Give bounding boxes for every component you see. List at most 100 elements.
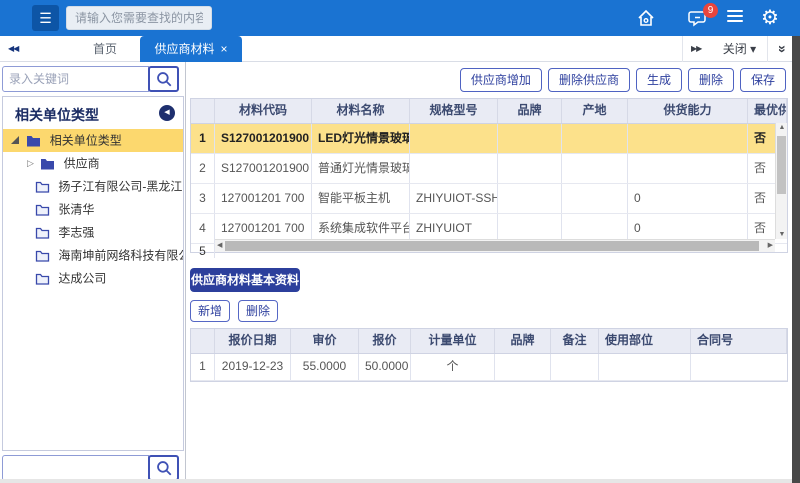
tab-supplier-materials[interactable]: 供应商材料× (140, 36, 242, 62)
close-tabs-menu[interactable]: 关闭 ▾ (712, 36, 768, 62)
panel-collapse-icon[interactable]: ◀ (159, 105, 175, 121)
tree-item-label: 扬子江有限公司-黑龙江分部 (58, 179, 183, 193)
col-note[interactable]: 备注 (551, 329, 599, 353)
save-button[interactable]: 保存 (740, 68, 786, 92)
cell-name: 普通灯光情景玻璃 (312, 154, 410, 183)
col-supply-capacity[interactable]: 供货能力 (628, 99, 748, 123)
cell-date: 2019-12-23 (215, 354, 291, 380)
col-contract-no[interactable]: 合同号 (691, 329, 787, 353)
tree-item-person[interactable]: 李志强 (3, 221, 183, 244)
col-brand[interactable]: 品牌 (498, 99, 562, 123)
tree-item-label: 供应商 (64, 156, 100, 170)
search-icon (155, 70, 173, 88)
cell-origin (562, 124, 628, 153)
col-quote[interactable]: 报价 (359, 329, 411, 353)
tab-bar: ◀◀ 首页 供应商材料× ▶▶ 关闭 ▾ » (0, 36, 792, 62)
tree-item-label: 张清华 (58, 202, 94, 216)
col-usage-location[interactable]: 使用部位 (599, 329, 691, 353)
cell-brand (498, 124, 562, 153)
search-button[interactable] (148, 455, 179, 481)
tree-item-person[interactable]: 张清华 (3, 198, 183, 221)
scroll-down-icon[interactable]: ▼ (776, 231, 788, 238)
settings-gear-icon[interactable]: ⚙ (761, 5, 779, 31)
add-supplier-button[interactable]: 供应商增加 (460, 68, 542, 92)
cell-brand (495, 354, 551, 380)
delete-row-button[interactable]: 删除 (238, 300, 278, 322)
row-number: 5 (191, 244, 215, 258)
supplier-material-info-tab[interactable]: 供应商材料基本资料 (190, 268, 300, 292)
table-row[interactable]: 1 2019-12-23 55.0000 50.0000 个 (191, 354, 787, 381)
cell-brand (498, 184, 562, 213)
cell-origin (562, 184, 628, 213)
cell-capacity: 0 (628, 184, 748, 213)
row-number: 2 (191, 154, 215, 183)
col-material-name[interactable]: 材料名称 (312, 99, 410, 123)
table-row[interactable]: 2 S127001201900 普通灯光情景玻璃 否 (191, 154, 787, 184)
col-best-supplier[interactable]: 最优供应 (748, 99, 787, 123)
add-row-button[interactable]: 新增 (190, 300, 230, 322)
tab-home[interactable]: 首页 (75, 36, 135, 62)
collapse-up-icon[interactable]: » (774, 36, 792, 62)
table-row[interactable]: 1 S127001201900 LED灯光情景玻璃 否 (191, 124, 787, 154)
tree-item-label: 相关单位类型 (50, 133, 122, 147)
cell-brand (498, 154, 562, 183)
scroll-right-icon[interactable]: ▶ (768, 240, 773, 252)
delete-button[interactable]: 删除 (688, 68, 734, 92)
col-unit[interactable]: 计量单位 (411, 329, 495, 353)
list-menu-icon[interactable] (727, 10, 743, 24)
quotes-table-header: 报价日期 审价 报价 计量单位 品牌 备注 使用部位 合同号 (191, 329, 787, 354)
detail-toolbar: 新增 删除 (190, 300, 278, 322)
tabs-scroll-left-icon[interactable]: ◀◀ (8, 36, 18, 62)
cell-usage (599, 354, 691, 380)
caret-expanded-icon[interactable] (11, 136, 19, 144)
col-quote-date[interactable]: 报价日期 (215, 329, 291, 353)
scrollbar-thumb[interactable] (777, 136, 786, 194)
vertical-scrollbar[interactable]: ▲ ▼ (775, 123, 787, 239)
main-content: 供应商增加 删除供应商 生成 删除 保存 材料代码 材料名称 规格型号 品牌 产… (186, 62, 792, 483)
top-header-bar: ☰ 9 ⚙ (0, 0, 800, 36)
main-menu-icon[interactable]: ☰ (32, 5, 59, 31)
materials-table: 材料代码 材料名称 规格型号 品牌 产地 供货能力 最优供应 1 S127001… (190, 98, 788, 253)
keyword-search-input[interactable] (2, 66, 149, 92)
horizontal-scrollbar[interactable]: ◀ ▶ (215, 239, 775, 252)
generate-button[interactable]: 生成 (636, 68, 682, 92)
delete-supplier-button[interactable]: 删除供应商 (548, 68, 630, 92)
tree-item-root[interactable]: 相关单位类型 (3, 129, 183, 152)
tab-close-icon[interactable]: × (221, 42, 228, 56)
col-material-code[interactable]: 材料代码 (215, 99, 312, 123)
folder-icon (26, 134, 41, 147)
home-icon[interactable] (636, 8, 656, 28)
cell-origin (562, 154, 628, 183)
tree-filter-input[interactable] (2, 455, 149, 481)
col-audit-price[interactable]: 审价 (291, 329, 359, 353)
scroll-left-icon[interactable]: ◀ (217, 240, 222, 252)
col-spec-model[interactable]: 规格型号 (410, 99, 498, 123)
row-number: 1 (191, 124, 215, 153)
tree-item-company[interactable]: 扬子江有限公司-黑龙江分部 (3, 175, 183, 198)
search-button[interactable] (148, 66, 179, 92)
global-search-input[interactable] (66, 6, 212, 30)
tabs-scroll-right-icon[interactable]: ▶▶ (682, 36, 709, 62)
scroll-up-icon[interactable]: ▲ (776, 124, 788, 131)
panel-title: 相关单位类型 (15, 105, 99, 125)
row-number: 4 (191, 214, 215, 243)
cell-capacity (628, 124, 748, 153)
scrollbar-thumb[interactable] (225, 241, 759, 251)
app-window: ☰ 9 ⚙ ◀◀ 首页 供应商材料× ▶▶ 关闭 ▾ » (0, 0, 800, 483)
window-edge (0, 479, 792, 483)
col-origin[interactable]: 产地 (562, 99, 628, 123)
caret-collapsed-icon[interactable]: ▷ (27, 152, 34, 175)
search-icon (155, 459, 173, 477)
cell-code: S127001201900 (215, 124, 312, 153)
tree-item-label: 海南坤前网络科技有限公司 (58, 248, 183, 262)
table-row[interactable]: 3 127001201 700 智能平板主机 ZHIYUIOT-SSH- 0 否 (191, 184, 787, 214)
tree-item-company[interactable]: 海南坤前网络科技有限公司 (3, 244, 183, 267)
tree-item-company[interactable]: 达成公司 (3, 267, 183, 290)
cell-capacity (628, 154, 748, 183)
col-brand[interactable]: 品牌 (495, 329, 551, 353)
unit-type-panel: 相关单位类型 ◀ 相关单位类型 ▷ 供应商 (2, 96, 184, 451)
row-number: 1 (191, 354, 215, 380)
tree-item-supplier[interactable]: ▷ 供应商 (3, 152, 183, 175)
folder-icon (35, 203, 50, 216)
toolbar: 供应商增加 删除供应商 生成 删除 保存 (460, 68, 786, 92)
